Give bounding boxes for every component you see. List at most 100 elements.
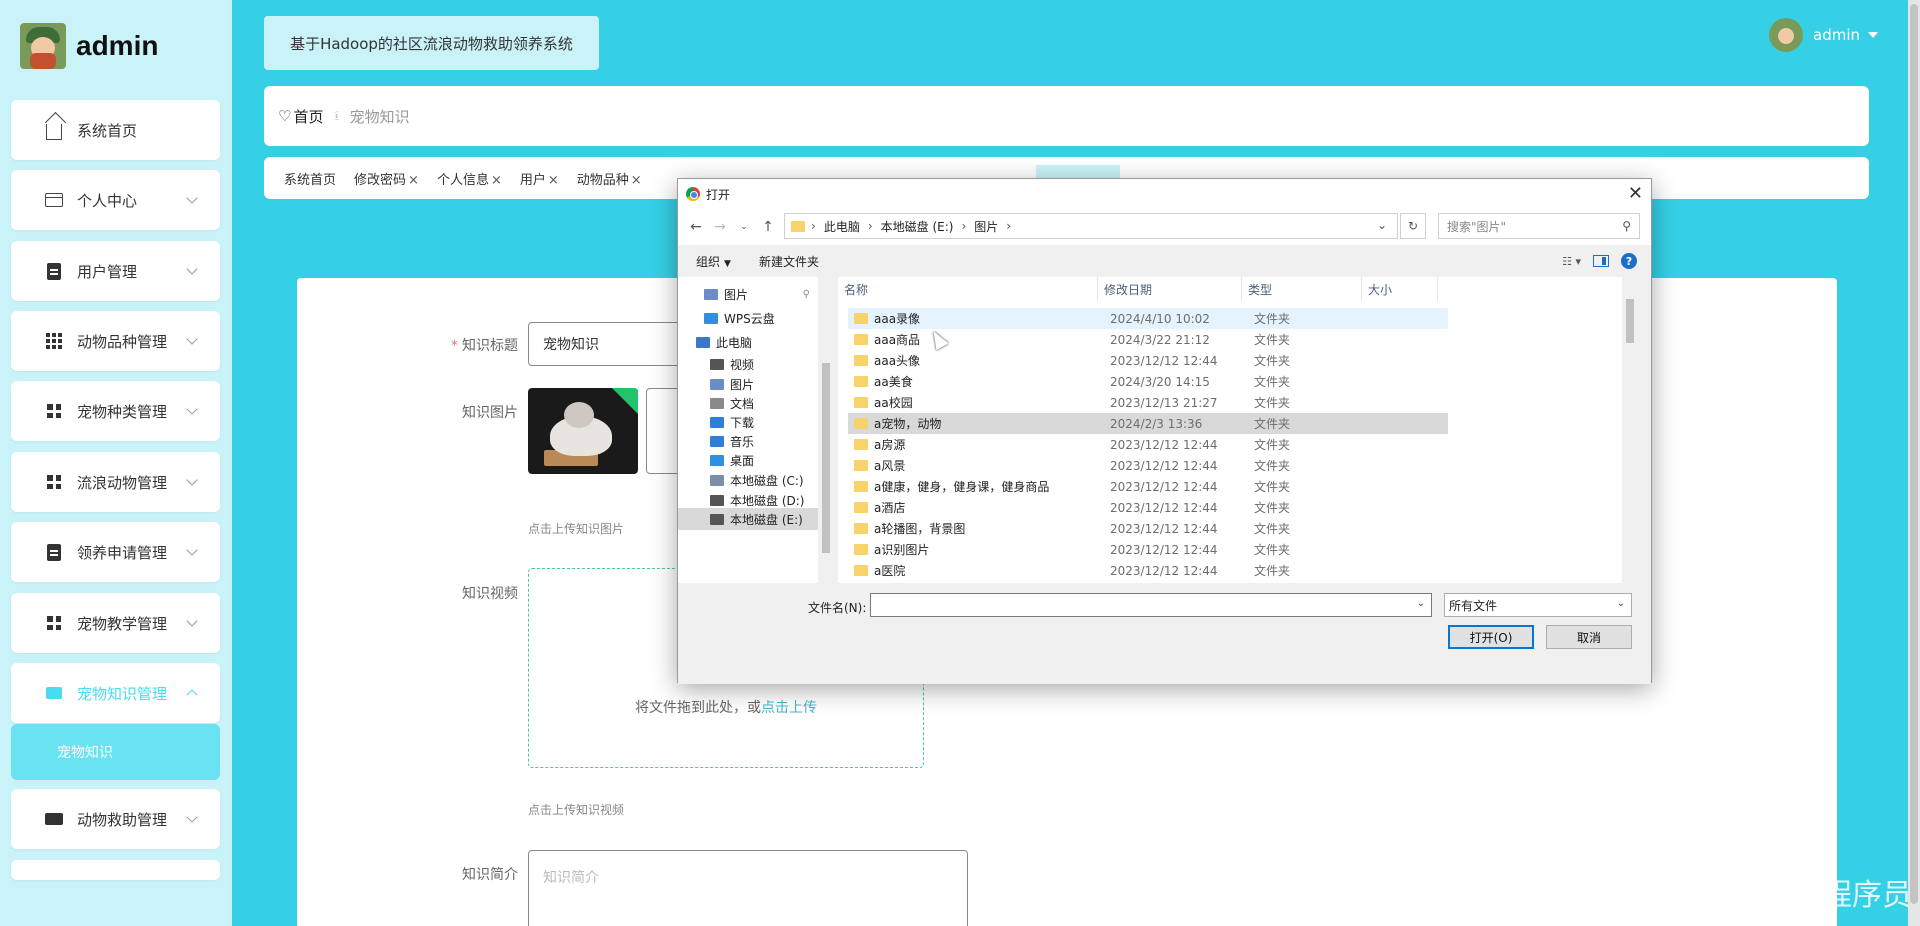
nav-item-label: 视频 bbox=[730, 357, 755, 372]
menu-item-stray-animal-management[interactable]: 流浪动物管理 bbox=[11, 452, 220, 512]
folder-icon bbox=[854, 355, 868, 366]
nav-item[interactable]: 本地磁盘 (E:) bbox=[678, 508, 818, 530]
path-segment[interactable]: 此电脑 bbox=[824, 218, 860, 235]
chevron-down-icon[interactable]: ⌄ bbox=[1377, 218, 1387, 232]
folder-icon bbox=[710, 513, 724, 525]
refresh-icon[interactable]: ↻ bbox=[1400, 213, 1426, 239]
nav-item[interactable]: 本地磁盘 (C:) bbox=[678, 469, 818, 491]
column-date[interactable]: 修改日期 bbox=[1098, 277, 1242, 301]
tab-animal-breed[interactable]: 动物品种 × bbox=[577, 169, 642, 188]
file-row[interactable]: aa美食 2024/3/20 14:15 文件夹 bbox=[848, 371, 1448, 392]
uploaded-image-thumbnail[interactable] bbox=[528, 388, 638, 474]
column-name[interactable]: 名称 bbox=[838, 277, 1098, 301]
nav-item[interactable]: 视频 bbox=[678, 353, 818, 375]
file-name-text: a酒店 bbox=[874, 501, 906, 515]
view-options-icon[interactable]: ☷ ▾ bbox=[1562, 255, 1581, 268]
close-icon[interactable]: ✕ bbox=[1628, 183, 1643, 204]
file-type-select[interactable]: 所有文件 ⌄ bbox=[1444, 593, 1632, 617]
close-icon[interactable]: × bbox=[631, 173, 642, 188]
folder-icon bbox=[710, 474, 724, 486]
file-row[interactable]: aa校园 2023/12/13 21:27 文件夹 bbox=[848, 392, 1448, 413]
menu-item-user-management[interactable]: 用户管理 bbox=[11, 241, 220, 301]
menu-item-adoption-management[interactable]: 领养申请管理 bbox=[11, 522, 220, 582]
menu-item-home[interactable]: 系统首页 bbox=[11, 100, 220, 160]
address-bar[interactable]: › 此电脑 › 本地磁盘 (E:) › 图片 › ⌄ bbox=[784, 213, 1398, 239]
menu-item-partial[interactable] bbox=[11, 860, 220, 880]
organize-button[interactable]: 组织 ▼ bbox=[696, 253, 731, 270]
file-row[interactable]: a轮播图，背景图 2023/12/12 12:44 文件夹 bbox=[848, 518, 1448, 539]
menu-item-pet-knowledge-management[interactable]: 宠物知识管理 bbox=[11, 663, 220, 723]
column-size[interactable]: 大小 bbox=[1362, 277, 1438, 301]
tab-home[interactable]: 系统首页 bbox=[284, 169, 336, 188]
file-row[interactable]: a酒店 2023/12/12 12:44 文件夹 bbox=[848, 497, 1448, 518]
file-row[interactable]: a风景 2023/12/12 12:44 文件夹 bbox=[848, 455, 1448, 476]
file-name-text: a识别图片 bbox=[874, 543, 930, 557]
nav-item[interactable]: 图片 ⚲ bbox=[678, 283, 818, 305]
filename-label: 文件名(N): bbox=[808, 601, 867, 615]
folder-icon bbox=[854, 565, 868, 576]
up-arrow-icon[interactable]: ↑ bbox=[756, 219, 780, 235]
file-name: a宠物，动物 bbox=[854, 415, 941, 432]
file-name: aaa头像 bbox=[854, 352, 920, 369]
intro-textarea[interactable]: 知识简介 bbox=[528, 850, 968, 926]
recent-dropdown-icon[interactable]: ⌄ bbox=[732, 222, 756, 232]
folder-icon bbox=[854, 418, 868, 429]
breadcrumb-home[interactable]: 首页 bbox=[293, 106, 323, 127]
column-headers: 名称 修改日期 类型 大小 bbox=[838, 277, 1638, 301]
close-icon[interactable]: × bbox=[491, 173, 502, 188]
file-row[interactable]: aaa头像 2023/12/12 12:44 文件夹 bbox=[848, 350, 1448, 371]
file-row[interactable]: a识别图片 2023/12/12 12:44 文件夹 bbox=[848, 539, 1448, 560]
file-name: aaa商品 bbox=[854, 331, 920, 348]
nav-item[interactable]: 此电脑 bbox=[678, 331, 818, 353]
back-arrow-icon[interactable]: ← bbox=[684, 219, 708, 235]
file-row[interactable]: a健康，健身，健身课，健身商品 2023/12/12 12:44 文件夹 bbox=[848, 476, 1448, 497]
file-row[interactable]: a宠物，动物 2024/2/3 13:36 文件夹 bbox=[848, 413, 1448, 434]
file-row[interactable]: a房源 2023/12/12 12:44 文件夹 bbox=[848, 434, 1448, 455]
file-date: 2023/12/12 12:44 bbox=[1110, 353, 1218, 368]
folder-icon bbox=[710, 397, 724, 409]
system-title: 基于Hadoop的社区流浪动物救助领养系统 bbox=[264, 16, 599, 70]
file-list-scrollbar[interactable] bbox=[1622, 277, 1638, 583]
close-icon[interactable]: × bbox=[548, 173, 559, 188]
close-icon[interactable]: × bbox=[408, 173, 419, 188]
tab-personal-info[interactable]: 个人信息 × bbox=[437, 169, 502, 188]
nav-item-label: 本地磁盘 (D:) bbox=[730, 493, 805, 508]
new-folder-button[interactable]: 新建文件夹 bbox=[759, 253, 819, 270]
column-type[interactable]: 类型 bbox=[1242, 277, 1362, 301]
cancel-button[interactable]: 取消 bbox=[1546, 625, 1632, 649]
pin-icon[interactable]: ⚲ bbox=[803, 289, 810, 300]
menu-label: 宠物教学管理 bbox=[77, 614, 168, 633]
menu-item-breed-management[interactable]: 动物品种管理 bbox=[11, 311, 220, 371]
filename-input[interactable]: ⌄ bbox=[870, 593, 1432, 617]
tab-user[interactable]: 用户 × bbox=[520, 169, 559, 188]
nav-item[interactable]: 桌面 bbox=[678, 449, 818, 471]
file-name: aaa录像 bbox=[854, 310, 920, 327]
menu-item-pet-type-management[interactable]: 宠物种类管理 bbox=[11, 381, 220, 441]
nav-item[interactable]: WPS云盘 bbox=[678, 307, 818, 329]
help-icon[interactable]: ? bbox=[1621, 253, 1637, 269]
menu-item-pet-teaching-management[interactable]: 宠物教学管理 bbox=[11, 593, 220, 653]
search-input[interactable]: 搜索"图片" ⚲ bbox=[1438, 213, 1640, 239]
menu-item-rescue-management[interactable]: 动物救助管理 bbox=[11, 789, 220, 849]
tab-change-password[interactable]: 修改密码 × bbox=[354, 169, 419, 188]
submenu-item-pet-knowledge[interactable]: 宠物知识 bbox=[11, 724, 220, 780]
page-scrollbar[interactable] bbox=[1908, 0, 1920, 926]
menu-item-personal-center[interactable]: 个人中心 bbox=[11, 170, 220, 230]
chevron-down-icon[interactable]: ⌄ bbox=[1417, 598, 1425, 609]
nav-pane-scrollbar[interactable] bbox=[818, 277, 834, 583]
preview-pane-icon[interactable] bbox=[1593, 255, 1609, 267]
forward-arrow-icon[interactable]: → bbox=[708, 219, 732, 235]
open-button[interactable]: 打开(O) bbox=[1448, 625, 1534, 649]
path-segment[interactable]: 图片 bbox=[974, 218, 998, 235]
file-name-text: a健康，健身，健身课，健身商品 bbox=[874, 480, 1050, 494]
title-input[interactable]: 宠物知识 bbox=[528, 322, 698, 366]
file-type: 文件夹 bbox=[1254, 459, 1291, 473]
file-type: 文件夹 bbox=[1254, 375, 1291, 389]
folder-icon bbox=[710, 416, 724, 428]
file-row[interactable]: aaa录像 2024/4/10 10:02 文件夹 bbox=[848, 308, 1448, 329]
user-menu[interactable]: admin bbox=[1769, 18, 1878, 52]
click-upload-link[interactable]: 点击上传 bbox=[761, 700, 817, 716]
file-name-text: a房源 bbox=[874, 438, 906, 452]
file-row[interactable]: a医院 2023/12/12 12:44 文件夹 bbox=[848, 560, 1448, 581]
path-segment[interactable]: 本地磁盘 (E:) bbox=[881, 218, 954, 235]
